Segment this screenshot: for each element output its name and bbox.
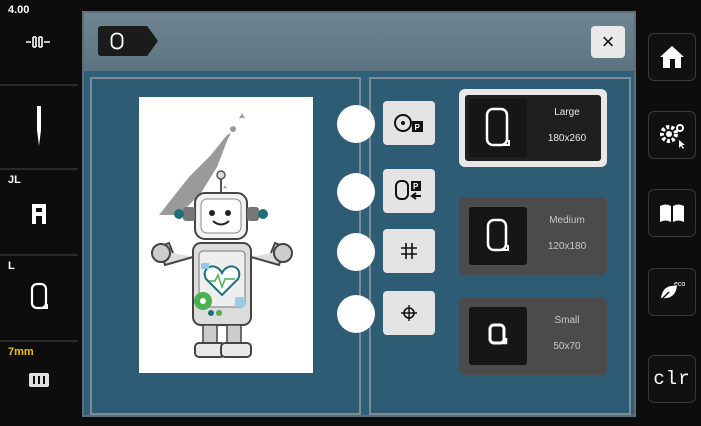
design-preview-panel bbox=[90, 77, 361, 415]
hoop-section[interactable]: L bbox=[0, 256, 78, 340]
svg-text:eco: eco bbox=[674, 281, 685, 288]
indicator-circle bbox=[337, 105, 375, 143]
presser-foot-label: JL bbox=[8, 174, 21, 186]
presser-foot-section[interactable]: JL bbox=[0, 170, 78, 254]
hoop-small-icon bbox=[469, 307, 527, 365]
dialog-header: × bbox=[84, 13, 634, 71]
svg-text:P: P bbox=[415, 123, 421, 132]
hoop-icon bbox=[110, 32, 124, 50]
stitch-width-value: 4.00 bbox=[8, 4, 30, 16]
hoop-large-icon bbox=[469, 99, 527, 157]
hoop-option-inner: Small 50x70 bbox=[465, 303, 601, 369]
hoop-option-large[interactable]: Large 180x260 bbox=[459, 89, 607, 167]
design-preview bbox=[139, 97, 313, 373]
eco-button[interactable]: eco bbox=[648, 268, 696, 316]
grid-button[interactable] bbox=[383, 229, 435, 273]
hoop-name: Medium bbox=[549, 215, 585, 226]
feed-dog-icon bbox=[0, 372, 78, 393]
hoop-medium-icon bbox=[469, 207, 527, 265]
hoop-auto-icon: P bbox=[394, 114, 423, 132]
hoop-size-label: L bbox=[8, 260, 15, 272]
auto-hoop-button[interactable]: P bbox=[383, 101, 435, 145]
hoop-option-inner: Medium 120x180 bbox=[465, 203, 601, 269]
eco-icon: eco bbox=[660, 281, 685, 301]
hoop-icon bbox=[0, 282, 78, 317]
indicator-circle bbox=[337, 173, 375, 211]
home-icon bbox=[660, 46, 684, 68]
tutorial-button[interactable] bbox=[648, 189, 696, 237]
indicator-circle bbox=[337, 233, 375, 271]
presser-foot-icon bbox=[0, 202, 78, 231]
svg-text:P: P bbox=[413, 182, 419, 191]
hoop-option-medium[interactable]: Medium 120x180 bbox=[459, 197, 607, 275]
thread-tension-icon bbox=[0, 34, 78, 55]
hoop-size: 120x180 bbox=[547, 241, 587, 252]
home-button[interactable] bbox=[648, 33, 696, 81]
tutorial-book-icon bbox=[660, 204, 684, 222]
close-button[interactable]: × bbox=[591, 26, 625, 58]
stitch-length-section[interactable]: 7mm bbox=[0, 342, 78, 426]
indicator-circle bbox=[337, 295, 375, 333]
grid-icon bbox=[401, 243, 417, 259]
stitch-length-value: 7mm bbox=[8, 346, 34, 358]
embroidery-hoop-dialog: × P P Large 180x260 Medium 120x180 Small… bbox=[82, 11, 636, 417]
clear-button[interactable]: clr bbox=[648, 355, 696, 403]
hoop-option-inner: Large 180x260 bbox=[465, 95, 601, 161]
settings-icon bbox=[660, 124, 685, 149]
hoop-name: Large bbox=[554, 107, 580, 118]
center-button[interactable] bbox=[383, 291, 435, 335]
status-bar: 4.00 JL L 7mm bbox=[0, 0, 78, 426]
setup-button[interactable] bbox=[648, 111, 696, 159]
hoop-name: Small bbox=[554, 315, 580, 326]
hoop-option-small[interactable]: Small 50x70 bbox=[459, 297, 607, 375]
robot-embroidery-design bbox=[151, 113, 293, 358]
needle-icon bbox=[0, 106, 78, 153]
system-bar: eco clr bbox=[636, 0, 701, 426]
stitch-width-section[interactable]: 4.00 bbox=[0, 0, 78, 84]
crosshair-icon bbox=[401, 305, 417, 321]
needle-section[interactable] bbox=[0, 86, 78, 168]
hoop-options-panel: P P Large 180x260 Medium 120x180 Small 5… bbox=[337, 77, 631, 415]
hoop-size: 180x260 bbox=[547, 133, 587, 144]
hoop-attach-icon: P bbox=[395, 180, 421, 200]
hoop-size: 50x70 bbox=[553, 341, 581, 352]
hoop-selection-tab bbox=[98, 26, 158, 56]
hoop-attach-button[interactable]: P bbox=[383, 169, 435, 213]
